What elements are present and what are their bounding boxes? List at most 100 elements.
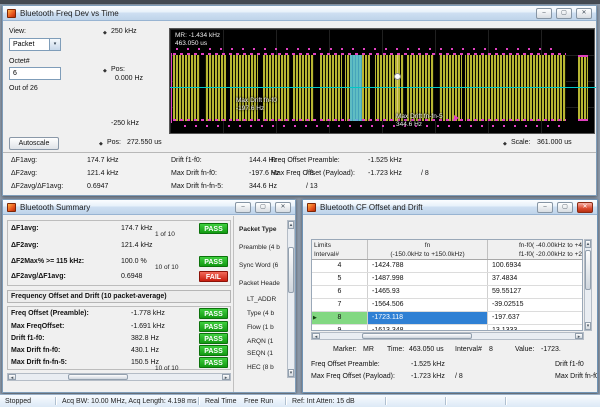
- maximize-button[interactable]: ▢: [557, 201, 573, 213]
- col-header-interval: Interval#: [314, 251, 339, 258]
- status-divider: [55, 397, 56, 405]
- readout-label: ΔF2avg:: [11, 170, 38, 177]
- cell-drift[interactable]: -39.02515: [488, 299, 582, 311]
- table-row[interactable]: 7 -1564.506 -39.02515: [312, 299, 582, 312]
- col-header-fn-range: (-150.0kHz to +150.0kHz): [390, 251, 465, 258]
- packet-list-item[interactable]: SEQN (1: [247, 350, 273, 357]
- annotation-max-drift5-line2: 344.6 Hz: [396, 121, 423, 128]
- cell-fn[interactable]: -1564.506: [368, 299, 488, 311]
- scroll-right-icon[interactable]: ▸: [222, 374, 230, 380]
- cell-fn[interactable]: -1723.118: [368, 312, 488, 324]
- close-button[interactable]: ✕: [576, 7, 592, 19]
- pass-badge: PASS: [199, 308, 228, 319]
- readout-value: -1.525 kHz: [368, 157, 402, 164]
- view-label: View:: [9, 28, 26, 35]
- summary-hscrollbar[interactable]: ◂ ▸: [7, 373, 231, 381]
- table-row-selected[interactable]: 8 ▶ -1723.118 -197.637: [312, 312, 582, 325]
- scroll-down-icon[interactable]: ▾: [288, 369, 294, 377]
- scroll-down-icon[interactable]: ▾: [585, 322, 591, 330]
- table-row[interactable]: 6 -1465.93 59.55127: [312, 286, 582, 299]
- row-marker-icon: ▶: [313, 315, 317, 321]
- cell-interval[interactable]: 6: [312, 286, 368, 298]
- readout-count: / 8: [455, 373, 463, 380]
- packet-list-item[interactable]: Packet Heade: [239, 280, 280, 287]
- cell-drift[interactable]: 13.1333: [488, 325, 582, 330]
- freq-dev-plot[interactable]: MR: -1.434 kHz 463.050 us Max Drift fn-f…: [169, 28, 596, 134]
- scroll-right-icon[interactable]: ▸: [575, 333, 583, 339]
- metric-count: 10 of 10: [155, 365, 179, 372]
- readout-label: ΔF2avg/ΔF1avg:: [11, 183, 64, 190]
- freq-dev-trace-end-burst: [578, 55, 588, 121]
- minimize-button[interactable]: –: [537, 201, 553, 213]
- packet-list-item[interactable]: Sync Word (6: [239, 262, 278, 269]
- axis-marker-icon[interactable]: ◆: [103, 30, 107, 36]
- octet-input[interactable]: [9, 67, 61, 80]
- pass-badge: PASS: [199, 256, 228, 267]
- cell-fn[interactable]: -1424.788: [368, 260, 488, 272]
- annotation-arrow-icon: [454, 115, 459, 121]
- cell-interval[interactable]: 4: [312, 260, 368, 272]
- cell-interval[interactable]: 5: [312, 273, 368, 285]
- status-ref: Ref: Int Atten: 15 dB: [292, 398, 355, 405]
- scroll-up-icon[interactable]: ▴: [288, 221, 294, 229]
- table-row[interactable]: 4 -1424.788 100.6934: [312, 260, 582, 273]
- cf-table-vscrollbar[interactable]: ▴ ▾: [584, 239, 592, 331]
- view-dropdown-value: Packet: [13, 41, 35, 48]
- packet-list-item[interactable]: Flow (1 b: [247, 324, 274, 331]
- packet-list-item[interactable]: Packet Type: [239, 226, 276, 233]
- marker-dot[interactable]: [394, 73, 401, 80]
- close-button[interactable]: ✕: [275, 201, 291, 213]
- packet-list-item[interactable]: Type (4 b: [247, 310, 274, 317]
- packet-list-item[interactable]: LT_ADDR: [247, 296, 276, 303]
- window-title: Bluetooth Summary: [20, 202, 91, 212]
- readout-right-label: Drift f1-f0: [555, 361, 584, 368]
- cell-interval[interactable]: 7: [312, 299, 368, 311]
- scroll-up-icon[interactable]: ▴: [585, 240, 591, 248]
- status-divider: [385, 397, 386, 405]
- scroll-left-icon[interactable]: ◂: [8, 374, 16, 380]
- cell-fn[interactable]: -1465.93: [368, 286, 488, 298]
- pass-badge: PASS: [199, 333, 228, 344]
- cf-table-hscrollbar[interactable]: ◂ ▸: [311, 332, 584, 340]
- cell-drift[interactable]: 59.55127: [488, 286, 582, 298]
- table-row[interactable]: 9 -1613.348 13.1333: [312, 325, 582, 330]
- status-bar: Stopped Acq BW: 10.00 MHz, Acq Length: 4…: [0, 394, 600, 407]
- chevron-down-icon[interactable]: ▾: [49, 39, 60, 50]
- packet-list-item[interactable]: ARQN (1: [247, 338, 273, 345]
- cell-interval[interactable]: 9: [312, 325, 368, 330]
- cell-drift[interactable]: 100.6934: [488, 260, 582, 272]
- readout-label: Max Freq Offset (Payload):: [271, 170, 355, 177]
- bluetooth-app-icon: [7, 8, 16, 18]
- x-pos-value: 272.550 us: [127, 139, 162, 146]
- col-header-limits: Limits: [314, 242, 331, 249]
- minimize-button[interactable]: –: [536, 7, 552, 19]
- cell-fn[interactable]: -1487.998: [368, 273, 488, 285]
- marker-line[interactable]: [397, 55, 398, 121]
- maximize-button[interactable]: ▢: [556, 7, 572, 19]
- marker-label: Marker:: [333, 346, 357, 353]
- cell-interval[interactable]: 8: [312, 312, 368, 324]
- x-scale-label: Scale:: [511, 139, 531, 146]
- packet-list-item[interactable]: HEC (8 b: [247, 364, 274, 371]
- cell-drift[interactable]: 37.4834: [488, 273, 582, 285]
- cell-drift[interactable]: -197.637: [488, 312, 582, 324]
- packet-list-vscrollbar[interactable]: ▴ ▾: [287, 220, 295, 378]
- cf-table[interactable]: Limits Interval# fn (-150.0kHz to +150.0…: [311, 239, 583, 331]
- cell-fn[interactable]: -1613.348: [368, 325, 488, 330]
- symbol-marks-top: [173, 53, 566, 55]
- view-dropdown[interactable]: Packet ▾: [9, 38, 61, 51]
- maximize-button[interactable]: ▢: [255, 201, 271, 213]
- cf-titlebar[interactable]: Bluetooth CF Offset and Drift – ▢ ✕: [303, 200, 597, 215]
- scroll-left-icon[interactable]: ◂: [312, 333, 320, 339]
- axis-marker-icon[interactable]: ◆: [99, 141, 103, 147]
- axis-marker-icon[interactable]: ◆: [503, 141, 507, 147]
- freq-dev-titlebar[interactable]: Bluetooth Freq Dev vs Time – ▢ ✕: [3, 6, 596, 21]
- packet-list-item[interactable]: Preamble (4 b: [239, 244, 280, 251]
- minimize-button[interactable]: –: [235, 201, 251, 213]
- axis-marker-icon[interactable]: ◆: [103, 68, 107, 74]
- value-label: Value:: [515, 346, 535, 353]
- autoscale-button[interactable]: Autoscale: [9, 137, 59, 150]
- table-row[interactable]: 5 -1487.998 37.4834: [312, 273, 582, 286]
- close-button[interactable]: ✕: [577, 201, 593, 213]
- summary-titlebar[interactable]: Bluetooth Summary – ▢ ✕: [3, 200, 295, 215]
